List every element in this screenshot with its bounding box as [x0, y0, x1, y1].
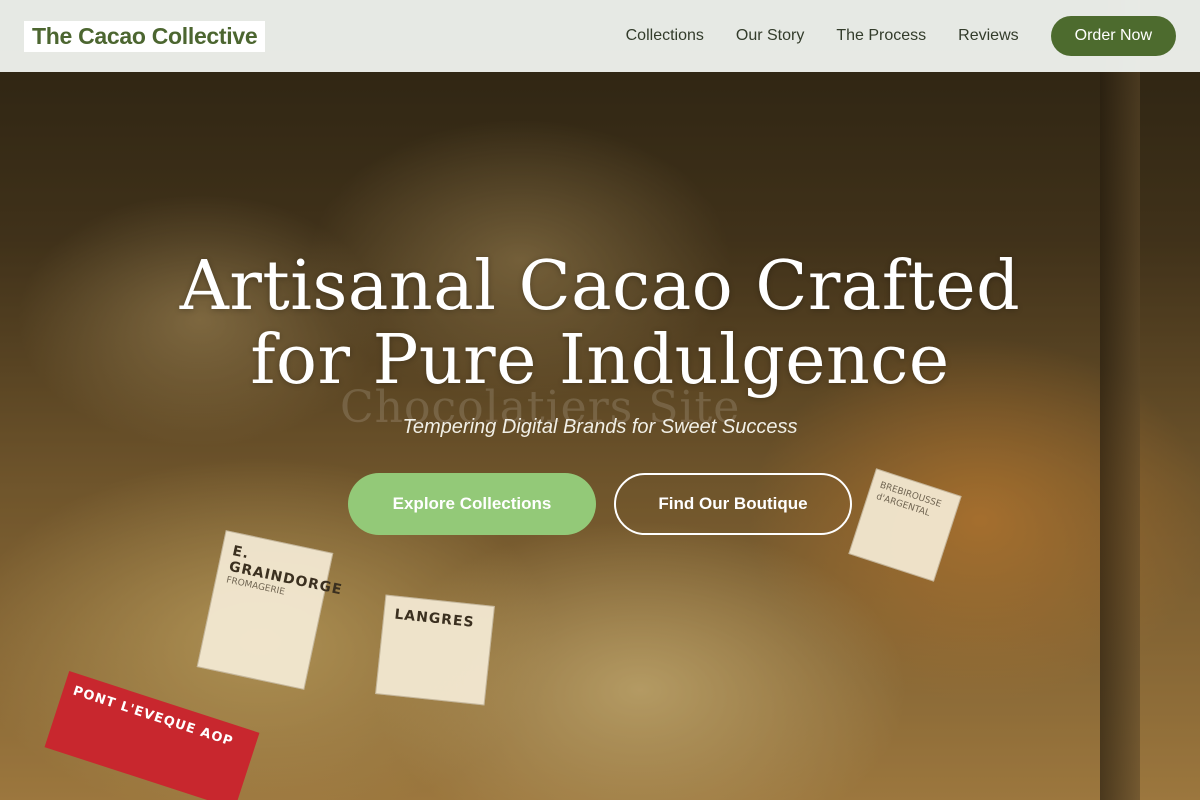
label-title: LANGRES — [393, 606, 476, 631]
brand-logo[interactable]: The Cacao Collective — [24, 20, 266, 52]
nav-link-the-process[interactable]: The Process — [836, 27, 926, 45]
hero-content: Artisanal Cacao Crafted for Pure Indulge… — [0, 250, 1200, 535]
explore-collections-button[interactable]: Explore Collections — [348, 473, 596, 535]
find-our-boutique-button[interactable]: Find Our Boutique — [614, 473, 852, 535]
nav-link-our-story[interactable]: Our Story — [736, 27, 804, 45]
top-navigation-bar: The Cacao Collective Collections Our Sto… — [0, 0, 1200, 72]
nav-links: Collections Our Story The Process Review… — [594, 16, 1176, 56]
cheese-label-langres: LANGRES — [375, 594, 495, 706]
hero-subheadline: Tempering Digital Brands for Sweet Succe… — [402, 416, 798, 438]
hero-headline-line-2: for Pure Indulgence — [250, 321, 950, 400]
hero-headline: Artisanal Cacao Crafted for Pure Indulge… — [0, 250, 1200, 398]
order-now-button[interactable]: Order Now — [1050, 16, 1176, 56]
nav-link-reviews[interactable]: Reviews — [958, 27, 1018, 45]
nav-link-collections[interactable]: Collections — [626, 27, 704, 45]
hero-cta-group: Explore Collections Find Our Boutique — [0, 473, 1200, 535]
hero-headline-line-1: Artisanal Cacao Crafted — [179, 247, 1021, 326]
